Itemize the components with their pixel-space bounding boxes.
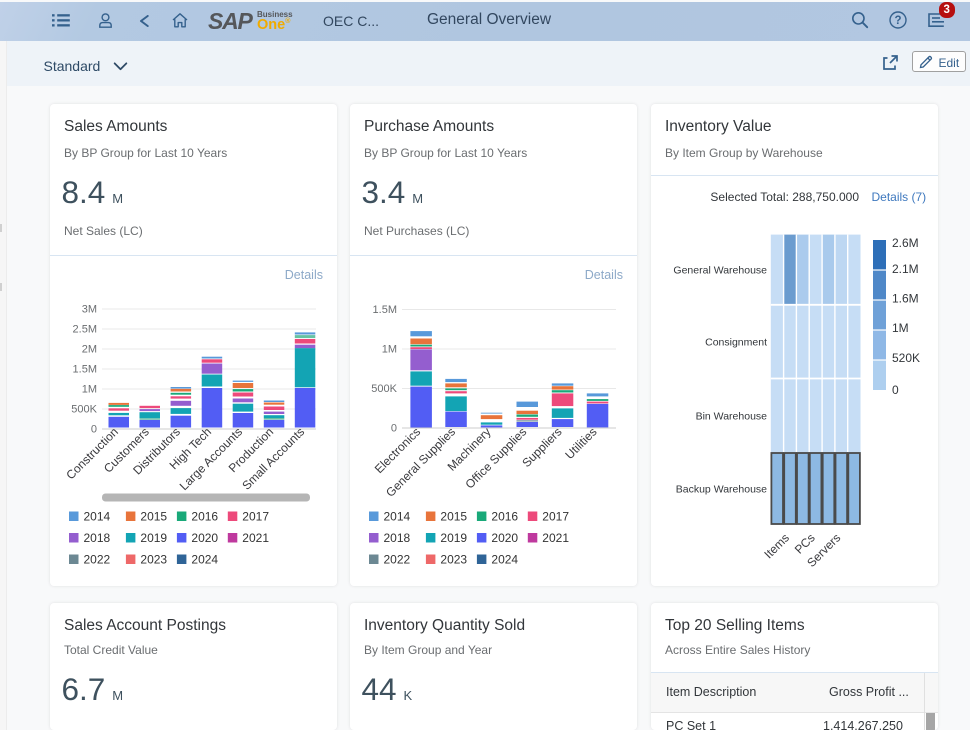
svg-text:Consignment: Consignment	[705, 337, 767, 349]
svg-text:1M: 1M	[892, 321, 909, 335]
svg-text:1.5M: 1.5M	[373, 304, 397, 316]
svg-text:2.6M: 2.6M	[892, 236, 919, 250]
svg-text:2019: 2019	[140, 531, 167, 545]
svg-text:2022: 2022	[384, 553, 411, 567]
svg-text:500K: 500K	[71, 404, 97, 416]
svg-text:Utilities: Utilities	[562, 425, 599, 462]
svg-text:2M: 2M	[82, 344, 97, 356]
svg-text:2015: 2015	[440, 510, 467, 524]
svg-text:Backup Warehouse: Backup Warehouse	[676, 484, 767, 496]
svg-text:2016: 2016	[491, 510, 518, 524]
svg-text:0: 0	[391, 423, 397, 435]
svg-text:2018: 2018	[384, 531, 411, 545]
svg-text:2022: 2022	[84, 553, 111, 567]
svg-text:2017: 2017	[242, 510, 269, 524]
svg-text:2023: 2023	[440, 553, 467, 567]
svg-text:2016: 2016	[191, 510, 218, 524]
svg-text:2.1M: 2.1M	[892, 262, 919, 276]
svg-text:2.5M: 2.5M	[73, 324, 97, 336]
svg-text:520K: 520K	[892, 351, 920, 365]
svg-text:2021: 2021	[542, 531, 569, 545]
svg-text:Bin Warehouse: Bin Warehouse	[696, 411, 768, 423]
svg-text:0: 0	[91, 424, 97, 436]
svg-text:1M: 1M	[382, 344, 397, 356]
svg-text:2017: 2017	[542, 510, 569, 524]
svg-text:2015: 2015	[140, 510, 167, 524]
svg-text:0: 0	[892, 383, 899, 397]
svg-text:1.6M: 1.6M	[892, 292, 919, 306]
svg-text:2024: 2024	[191, 553, 218, 567]
svg-text:?: ?	[894, 15, 901, 27]
svg-text:500K: 500K	[371, 383, 397, 395]
svg-text:2021: 2021	[242, 531, 269, 545]
svg-text:1M: 1M	[82, 384, 97, 396]
svg-text:2014: 2014	[84, 510, 111, 524]
svg-text:2018: 2018	[84, 531, 111, 545]
svg-text:2019: 2019	[440, 531, 467, 545]
svg-text:2024: 2024	[491, 553, 518, 567]
svg-text:2020: 2020	[191, 531, 218, 545]
svg-text:General Warehouse: General Warehouse	[673, 265, 767, 277]
svg-text:1.5M: 1.5M	[73, 364, 97, 376]
svg-text:2020: 2020	[491, 531, 518, 545]
svg-text:3M: 3M	[82, 304, 97, 316]
svg-text:2023: 2023	[140, 553, 167, 567]
svg-text:2014: 2014	[384, 510, 411, 524]
svg-text:Items: Items	[761, 531, 792, 562]
